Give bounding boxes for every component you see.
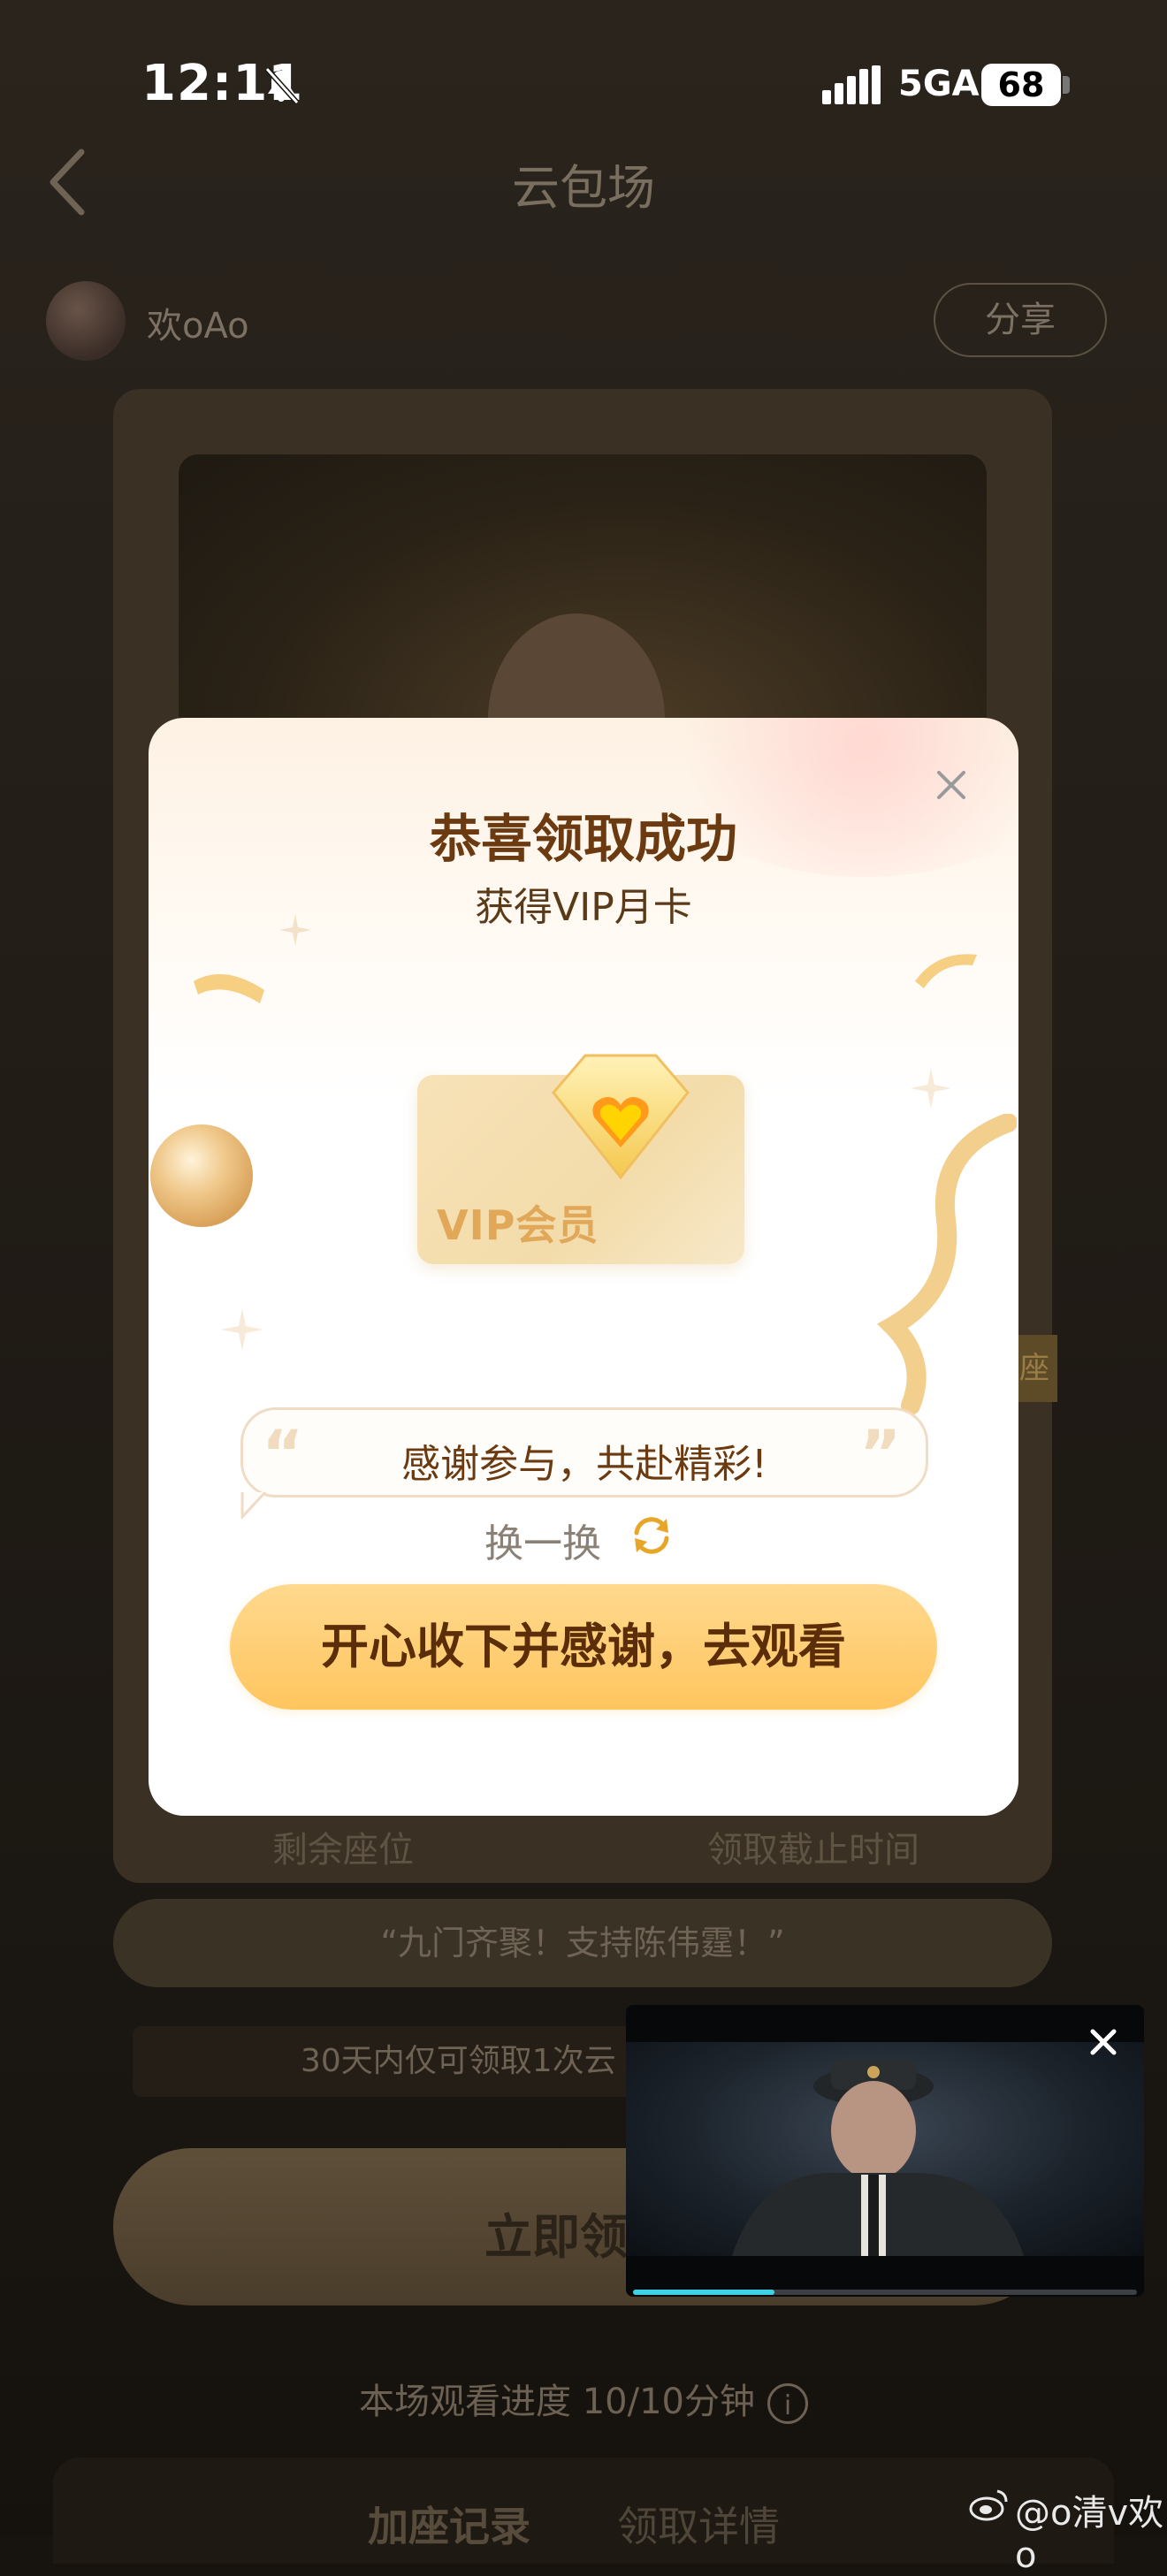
swap-message-link[interactable]: 换一换 bbox=[484, 1512, 601, 1568]
ribbon-decoration-icon bbox=[877, 1114, 1017, 1414]
watermark-text: @o清v欢o bbox=[1015, 2493, 1164, 2576]
battery-indicator: 68 bbox=[981, 64, 1061, 106]
accept-and-watch-label: 开心收下并感谢，去观看 bbox=[321, 1619, 846, 1674]
info-icon[interactable]: i bbox=[767, 2383, 808, 2424]
network-type: 5GA bbox=[898, 64, 980, 104]
page-title: 云包场 bbox=[512, 160, 655, 216]
username: 欢oAo bbox=[147, 306, 249, 347]
remaining-seats-label: 剩余座位 bbox=[272, 1830, 414, 1871]
tab-seat-records[interactable]: 加座记录 bbox=[368, 2495, 530, 2553]
share-button[interactable]: 分享 bbox=[934, 283, 1107, 357]
video-progress-fill bbox=[633, 2290, 774, 2295]
slogan-banner: “九门齐聚！支持陈伟霆！” bbox=[113, 1899, 1052, 1987]
watch-progress-text: 本场观看进度 10/10分钟 bbox=[359, 2382, 755, 2422]
silent-bell-icon bbox=[264, 66, 300, 105]
tab-claim-details[interactable]: 领取详情 bbox=[617, 2495, 780, 2553]
bubble-tail bbox=[240, 1492, 267, 1519]
thanks-message-text: 感谢参与，共赴精彩! bbox=[401, 1442, 767, 1487]
bottom-tab-bar bbox=[53, 2458, 1114, 2564]
video-frame bbox=[626, 2042, 1144, 2256]
confetti-icon bbox=[915, 954, 977, 988]
video-figure bbox=[732, 2060, 1024, 2256]
vip-card-label: VIP会员 bbox=[437, 1201, 599, 1249]
diamond-heart-icon bbox=[552, 1054, 690, 1180]
close-video-icon[interactable] bbox=[1086, 2024, 1121, 2060]
signal-icon bbox=[822, 65, 881, 104]
sparkle-icon bbox=[279, 914, 311, 946]
status-bar: 12:11 5GA 68 bbox=[0, 0, 1167, 168]
gold-ball-decoration-icon bbox=[150, 1124, 253, 1227]
battery-cap bbox=[1063, 76, 1070, 94]
watch-progress: 本场观看进度 10/10分钟 i bbox=[0, 2373, 1167, 2424]
refresh-icon[interactable] bbox=[628, 1512, 675, 1559]
avatar[interactable] bbox=[46, 281, 126, 361]
sparkle-icon bbox=[911, 1068, 951, 1109]
claim-now-label: 立即领 bbox=[484, 2209, 628, 2265]
weibo-logo-icon bbox=[969, 2489, 1008, 2521]
accept-and-watch-button[interactable]: 开心收下并感谢，去观看 bbox=[230, 1584, 937, 1710]
confetti-icon bbox=[194, 974, 264, 1003]
sparkle-icon bbox=[221, 1308, 263, 1351]
deadline-label: 领取截止时间 bbox=[707, 1830, 919, 1871]
dialog-title: 恭喜领取成功 bbox=[429, 809, 737, 869]
floating-video-player[interactable] bbox=[626, 2005, 1144, 2297]
